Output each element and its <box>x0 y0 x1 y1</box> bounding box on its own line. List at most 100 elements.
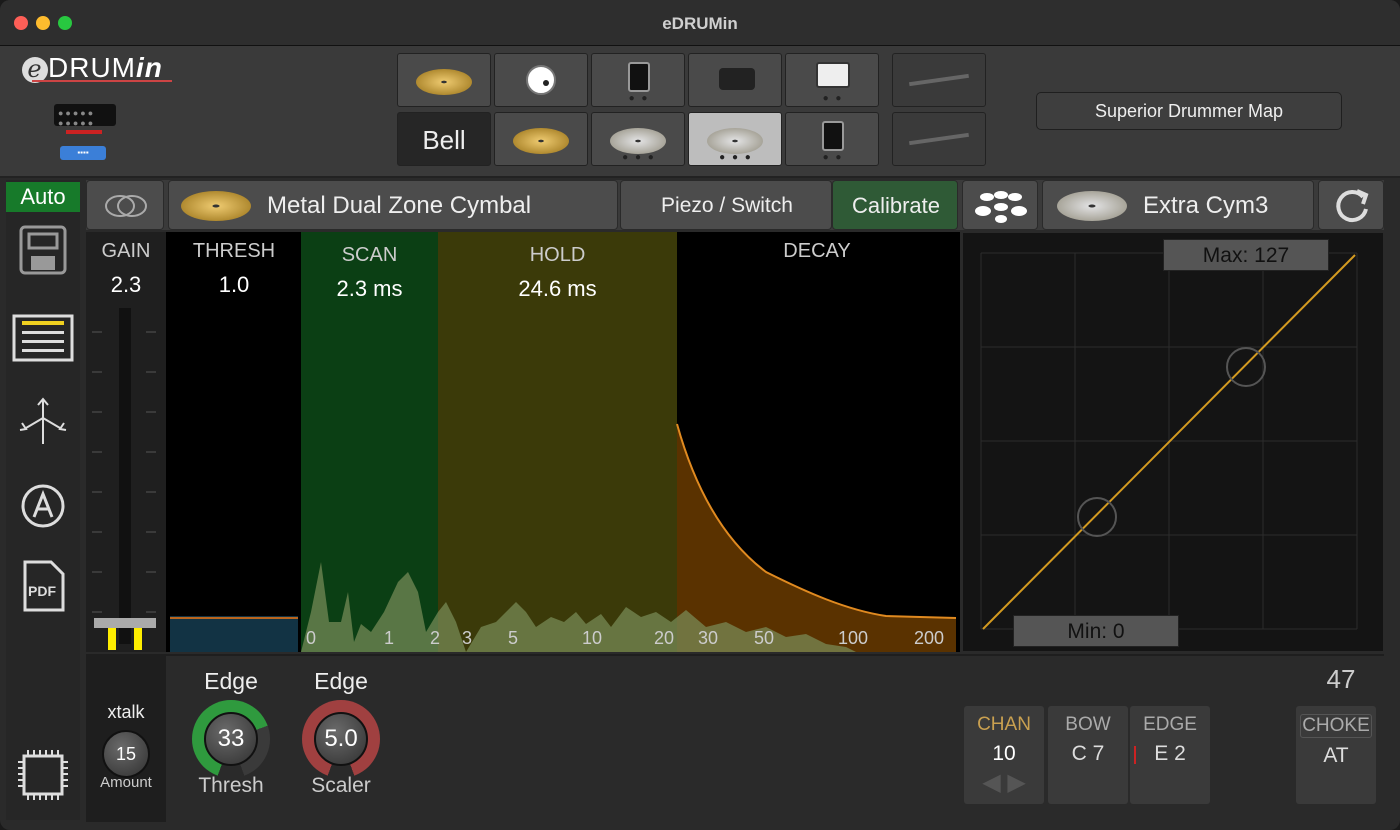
drum-icon <box>822 121 844 151</box>
time-tick-label: 30 <box>698 628 719 648</box>
stick-icon <box>909 73 969 87</box>
connector-indicator <box>66 130 102 134</box>
cymbal-icon <box>513 128 569 154</box>
app-window: eDRUMin e DRUMin ●●●●● ●●●●● ▪▪▪▪ ● ● ● ● … <box>0 0 1400 830</box>
bottom-panel: xtalk 15 Amount Edge 33 Thresh Edge 5.0 … <box>86 654 1384 822</box>
gain-slider-handle[interactable] <box>94 618 156 628</box>
menu-icon[interactable] <box>6 314 80 367</box>
svg-text:PDF: PDF <box>28 583 56 599</box>
link-zones-button[interactable] <box>86 180 164 230</box>
bow-note-value: C 7 <box>1071 742 1105 765</box>
gain-label: GAIN <box>101 240 151 262</box>
scan-label: SCAN <box>341 244 398 266</box>
thresh-label: THRESH <box>192 240 276 262</box>
instrument-select[interactable]: Extra Cym3 <box>1042 180 1314 230</box>
chan-value: 10 <box>992 742 1016 765</box>
curve-handle-low[interactable] <box>1077 497 1117 537</box>
gain-meter <box>119 308 131 644</box>
pdf-icon[interactable]: PDF <box>6 558 80 619</box>
thresh-value: 1.0 <box>218 272 250 297</box>
pad-slot-6[interactable] <box>892 53 986 107</box>
reset-button[interactable] <box>1318 180 1384 230</box>
hold-value: 24.6 ms <box>518 276 597 301</box>
auto-button[interactable]: Auto <box>6 182 80 212</box>
pad-slot-11[interactable] <box>892 112 986 166</box>
hold-label: HOLD <box>529 244 586 266</box>
pad-slot-1[interactable] <box>397 53 491 107</box>
time-tick-label: 10 <box>582 628 603 648</box>
cymbal-icon <box>1057 191 1127 221</box>
link-rings-icon <box>105 195 147 217</box>
calibrate-button[interactable]: Calibrate <box>832 180 958 230</box>
time-tick-label: 5 <box>508 628 519 648</box>
edge-scaler-knob[interactable]: 5.0 <box>302 700 380 778</box>
pad-slot-10[interactable]: ● ● <box>785 112 879 166</box>
chan-next-icon[interactable]: ▶ <box>1007 769 1025 796</box>
cymbal-icon <box>181 191 251 221</box>
trigger-graph[interactable]: GAIN 2.3 THRESH 1.0 SCAN 2.3 ms HOLD 24.… <box>86 232 960 652</box>
edge-note-value: E 2 <box>1154 742 1186 765</box>
scan-value: 2.3 ms <box>336 276 403 301</box>
pad-type-select[interactable]: Metal Dual Zone Cymbal <box>168 180 618 230</box>
pad-slot-9-selected[interactable]: ● ● ● <box>688 112 782 166</box>
pad-bell-button[interactable]: Bell <box>397 112 491 166</box>
left-sidebar: Auto PDF <box>6 180 80 820</box>
drum-kit-button[interactable] <box>962 180 1038 230</box>
choke-panel[interactable]: CHOKE AT <box>1296 706 1376 804</box>
routing-icon[interactable] <box>6 396 80 451</box>
cymbal-icon <box>610 128 666 154</box>
pad-slot-5[interactable]: ● ● <box>785 53 879 107</box>
time-tick-label: 20 <box>654 628 675 648</box>
title-bar: eDRUMin <box>0 0 1400 46</box>
header-bar: e DRUMin ●●●●● ●●●●● ▪▪▪▪ ● ● ● ● Bell ● ●… <box>0 46 1400 178</box>
cymbal-icon <box>707 128 763 154</box>
time-tick-label: 50 <box>754 628 775 648</box>
velocity-curve-panel[interactable]: Max: 127 Min: 0 <box>962 232 1384 652</box>
note-number: 47 <box>1326 664 1356 694</box>
threshold-band <box>170 616 298 652</box>
auto-calibrate-icon[interactable] <box>6 482 80 535</box>
chan-prev-icon[interactable]: ◀ <box>982 769 1000 796</box>
xtalk-label: xtalk <box>107 702 145 722</box>
refresh-icon <box>1336 189 1369 223</box>
pad-slot-2[interactable] <box>494 53 588 107</box>
window-title: eDRUMin <box>662 14 738 33</box>
save-icon[interactable] <box>6 224 80 281</box>
pad-slot-3[interactable]: ● ● <box>591 53 685 107</box>
edge-scaler-title: Edge <box>314 668 368 694</box>
instrument-label: Extra Cym3 <box>1143 192 1269 219</box>
superior-drummer-map-button[interactable]: Superior Drummer Map <box>1036 92 1342 130</box>
time-tick-label: 1 <box>384 628 395 648</box>
edge-thresh-sub: Thresh <box>198 774 264 797</box>
time-tick-label: 0 <box>306 628 317 648</box>
min-velocity-field[interactable]: Min: 0 <box>1013 615 1179 647</box>
time-tick-label: 200 <box>914 628 945 648</box>
pad-toolbar: Metal Dual Zone Cymbal Piezo / Switch Ca… <box>86 180 1384 230</box>
sensor-type-select[interactable]: Piezo / Switch <box>620 180 832 230</box>
bow-note-panel[interactable]: BOW C 7 <box>1048 706 1128 804</box>
chip-icon[interactable] <box>6 746 80 811</box>
pad-type-label: Metal Dual Zone Cymbal <box>267 192 532 219</box>
cymbal-icon <box>416 69 472 95</box>
stick-icon <box>909 132 969 146</box>
edge-thresh-knob[interactable]: 33 <box>192 700 270 778</box>
usb-connector-icon: ▪▪▪▪ <box>60 146 106 160</box>
drum-icon <box>628 62 650 92</box>
edge-scaler-sub: Scaler <box>311 774 371 797</box>
time-tick-label: 2 <box>430 628 441 648</box>
gain-value: 2.3 <box>110 272 142 297</box>
logo-underline <box>32 80 172 82</box>
pad-slot-7[interactable] <box>494 112 588 166</box>
drum-kit-icon <box>975 191 1027 223</box>
time-tick-label: 3 <box>462 628 473 648</box>
decay-label: DECAY <box>783 240 851 262</box>
curve-handle-high[interactable] <box>1226 347 1266 387</box>
snare-drum-icon <box>816 62 850 88</box>
max-velocity-field[interactable]: Max: 127 <box>1163 239 1329 271</box>
pad-slot-4[interactable] <box>688 53 782 107</box>
edge-note-panel[interactable]: EDGE E 2 <box>1130 706 1210 804</box>
pad-slot-8[interactable]: ● ● ● <box>591 112 685 166</box>
chan-panel[interactable]: CHAN 10 ◀ ▶ <box>964 706 1044 804</box>
time-tick-label: 100 <box>838 628 869 648</box>
xtalk-amount-label: Amount <box>100 774 152 791</box>
